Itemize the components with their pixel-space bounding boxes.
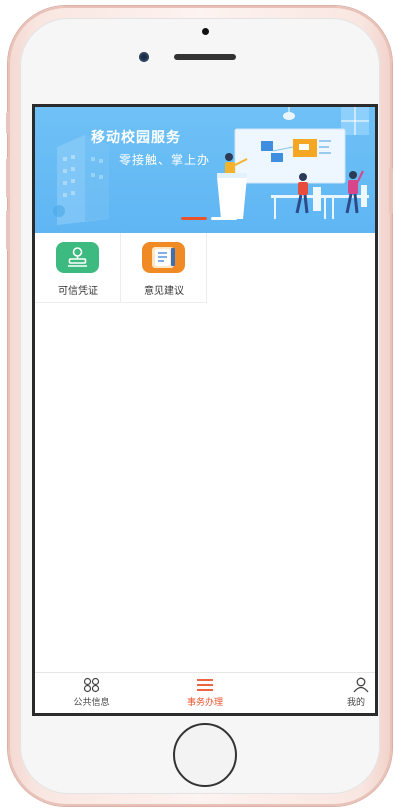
- front-camera: [139, 52, 149, 62]
- carousel-dot-active[interactable]: [181, 217, 207, 220]
- tab-public-info[interactable]: 公共信息: [35, 673, 148, 713]
- tab-label: 我的: [347, 698, 366, 708]
- notebook-icon: [142, 242, 185, 273]
- power-button: [389, 168, 393, 214]
- bottom-tab-bar: 公共信息 事务办理 我的: [35, 672, 375, 713]
- carousel-dot[interactable]: [211, 217, 237, 220]
- service-label: 可信凭证: [58, 286, 98, 297]
- service-trusted-credential[interactable]: 可信凭证: [35, 233, 121, 303]
- earpiece-speaker: [174, 54, 236, 60]
- proximity-sensor: [202, 28, 209, 35]
- service-feedback[interactable]: 意见建议: [121, 233, 207, 303]
- stamp-icon: [56, 242, 99, 273]
- grid-icon: [83, 677, 100, 693]
- user-icon: [353, 677, 369, 693]
- service-label: 意见建议: [144, 286, 184, 297]
- carousel-indicator: [181, 217, 241, 221]
- volume-down-button: [6, 210, 10, 250]
- tab-affairs[interactable]: 事务办理: [148, 673, 262, 713]
- silent-switch: [6, 112, 10, 134]
- home-button[interactable]: [173, 723, 237, 787]
- menu-icon: [197, 679, 213, 691]
- app-screen: 移动校园服务 零接触、掌上办 可信凭证 意见建议 公共信息 事务办理 我的: [32, 104, 378, 716]
- banner-title: 移动校园服务: [91, 130, 181, 146]
- banner-subtitle: 零接触、掌上办: [119, 153, 211, 167]
- tab-label: 事务办理: [186, 698, 223, 708]
- volume-up-button: [6, 158, 10, 198]
- tab-label: 公共信息: [73, 698, 110, 708]
- service-grid: 可信凭证 意见建议: [35, 233, 375, 303]
- tab-mine[interactable]: 我的: [262, 673, 375, 713]
- banner-carousel[interactable]: 移动校园服务 零接触、掌上办: [35, 107, 375, 233]
- banner-illustration: [53, 107, 369, 225]
